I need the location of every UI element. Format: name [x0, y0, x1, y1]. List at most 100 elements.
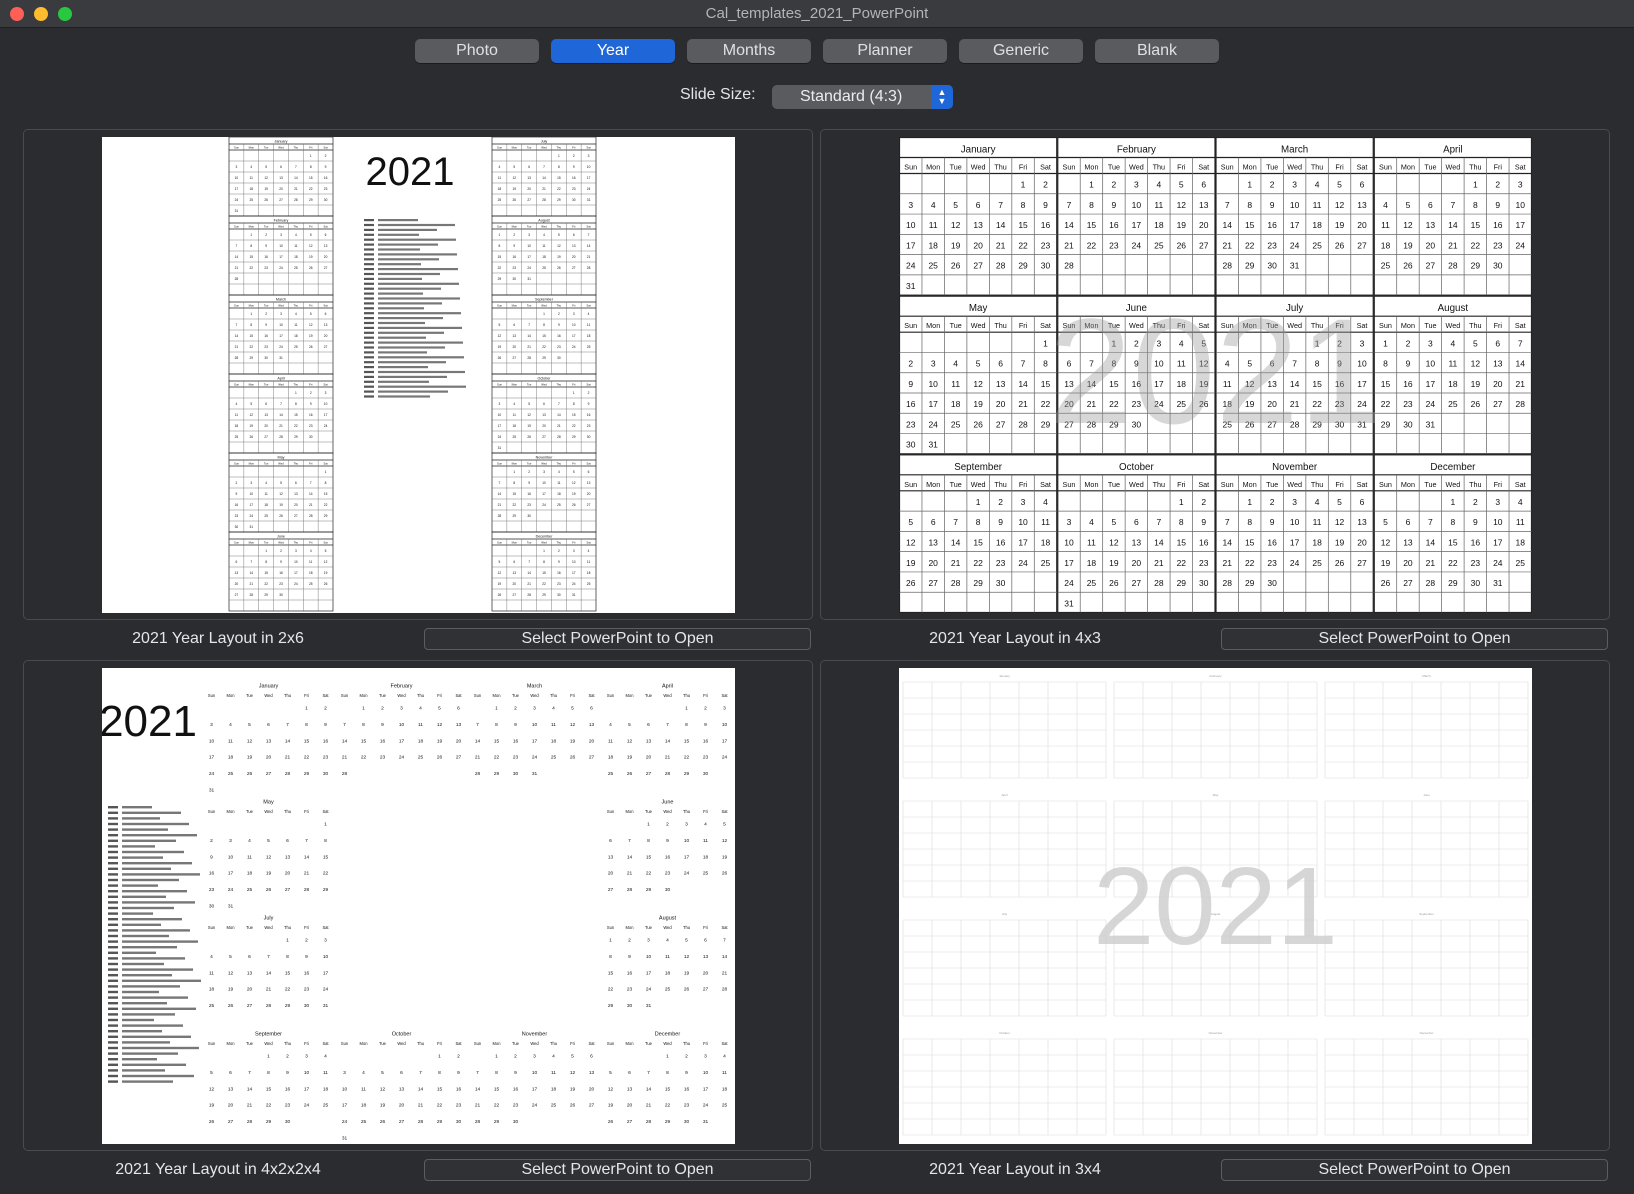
- svg-text:24: 24: [1132, 240, 1142, 250]
- svg-text:21: 21: [285, 755, 291, 761]
- svg-text:8: 8: [250, 244, 252, 248]
- tab-planner[interactable]: Planner: [823, 39, 947, 63]
- svg-text:28: 28: [247, 1119, 253, 1125]
- open-button-2x6[interactable]: Select PowerPoint to Open: [424, 628, 811, 650]
- svg-text:4: 4: [552, 1054, 555, 1060]
- svg-text:1: 1: [513, 470, 515, 474]
- svg-text:23: 23: [996, 558, 1006, 568]
- svg-text:January: January: [961, 145, 996, 156]
- svg-text:13: 13: [1132, 538, 1142, 548]
- svg-text:4: 4: [1315, 180, 1320, 190]
- svg-text:21: 21: [542, 187, 546, 191]
- svg-text:24: 24: [1516, 240, 1526, 250]
- svg-text:21: 21: [498, 503, 502, 507]
- svg-text:Sat: Sat: [1198, 163, 1209, 172]
- svg-text:8: 8: [573, 402, 575, 406]
- svg-text:Thu: Thu: [1469, 321, 1481, 330]
- svg-text:Sat: Sat: [322, 1041, 329, 1046]
- open-button-4x3[interactable]: Select PowerPoint to Open: [1221, 628, 1608, 650]
- svg-text:29: 29: [266, 1119, 272, 1125]
- svg-text:5: 5: [210, 1070, 213, 1076]
- svg-text:20: 20: [266, 755, 272, 761]
- svg-text:10: 10: [209, 738, 215, 744]
- template-preview-4x2x2x4[interactable]: 2021 January Sun Mon Tue Wed Thu Fri Sat 1 2 3 4 5 6 7 8…: [23, 660, 813, 1151]
- svg-text:21: 21: [418, 1103, 424, 1109]
- template-preview-2x6[interactable]: January Sun Mon Tue Wed Thu Fri Sat 1 2 3 4 5 6 7 8 9 10 1…: [23, 129, 813, 620]
- svg-text:26: 26: [264, 198, 268, 202]
- svg-text:2: 2: [310, 391, 312, 395]
- svg-text:1: 1: [609, 938, 612, 944]
- svg-text:Sun: Sun: [497, 541, 502, 545]
- svg-text:Sun: Sun: [1379, 480, 1392, 489]
- svg-text:15: 15: [498, 255, 502, 259]
- tab-blank[interactable]: Blank: [1095, 39, 1219, 63]
- svg-text:10: 10: [1493, 517, 1503, 527]
- svg-text:2: 2: [324, 706, 327, 712]
- svg-text:1: 1: [310, 154, 312, 158]
- tab-months[interactable]: Months: [687, 39, 811, 63]
- tab-photo[interactable]: Photo: [415, 39, 539, 63]
- svg-text:8: 8: [1247, 517, 1252, 527]
- svg-text:11: 11: [513, 413, 517, 417]
- tab-generic[interactable]: Generic: [959, 39, 1083, 63]
- svg-text:18: 18: [542, 255, 546, 259]
- svg-text:15: 15: [309, 176, 313, 180]
- svg-text:16: 16: [380, 738, 386, 744]
- svg-text:6: 6: [1360, 497, 1365, 507]
- svg-text:Thu: Thu: [294, 541, 299, 545]
- svg-text:1: 1: [1247, 497, 1252, 507]
- svg-text:29: 29: [264, 593, 268, 597]
- svg-text:7: 7: [1021, 359, 1026, 369]
- open-button-3x4[interactable]: Select PowerPoint to Open: [1221, 1159, 1608, 1181]
- svg-text:22: 22: [361, 755, 367, 761]
- svg-text:7: 7: [666, 722, 669, 728]
- svg-text:Mon: Mon: [1084, 480, 1098, 489]
- open-button-4x2x2x4[interactable]: Select PowerPoint to Open: [424, 1159, 811, 1181]
- svg-text:Fri: Fri: [572, 304, 576, 308]
- svg-text:August: August: [659, 916, 677, 922]
- svg-text:2: 2: [286, 1054, 289, 1060]
- svg-text:Sun: Sun: [904, 163, 917, 172]
- svg-text:7: 7: [1225, 517, 1230, 527]
- svg-text:25: 25: [1041, 558, 1051, 568]
- tab-year[interactable]: Year: [551, 39, 675, 63]
- svg-text:1: 1: [362, 706, 365, 712]
- svg-text:15: 15: [1018, 220, 1028, 230]
- svg-text:8: 8: [543, 560, 545, 564]
- svg-text:28: 28: [646, 1119, 652, 1125]
- svg-text:Sun: Sun: [607, 693, 614, 698]
- svg-text:8: 8: [543, 323, 545, 327]
- month-october: OctoberSun Mon Tue Wed Thu Fri Sat1 23 4 5 6 7 8 910 1…: [341, 1032, 463, 1142]
- svg-text:7: 7: [953, 517, 958, 527]
- svg-text:30: 30: [1471, 578, 1481, 588]
- svg-text:Sun: Sun: [607, 1041, 614, 1046]
- svg-text:4: 4: [250, 165, 252, 169]
- svg-text:13: 13: [973, 220, 983, 230]
- svg-text:11: 11: [1313, 517, 1322, 527]
- svg-text:17: 17: [279, 255, 283, 259]
- svg-text:9: 9: [685, 1070, 688, 1076]
- svg-text:16: 16: [209, 871, 215, 877]
- svg-text:11: 11: [1041, 517, 1050, 527]
- svg-text:January: January: [999, 674, 1010, 678]
- svg-text:13: 13: [703, 954, 709, 960]
- template-preview-4x3[interactable]: January Sun Mon Tue Wed Thu Fri Sat 1 2 3 4 5 6 7 8 9 10 1…: [820, 129, 1610, 620]
- svg-text:18: 18: [250, 187, 254, 191]
- svg-text:30: 30: [572, 198, 576, 202]
- svg-text:9: 9: [1270, 517, 1275, 527]
- svg-text:24: 24: [1290, 240, 1300, 250]
- svg-text:Wed: Wed: [541, 225, 547, 229]
- svg-text:13: 13: [589, 722, 595, 728]
- template-preview-3x4[interactable]: January February March April May June July Augu…: [820, 660, 1610, 1151]
- svg-text:8: 8: [362, 722, 365, 728]
- month-december: DecemberSun Mon Tue Wed Thu Fri Sat1 2 3 45 6 7 8 9 10…: [607, 1032, 729, 1125]
- svg-text:16: 16: [456, 1086, 462, 1092]
- svg-text:16: 16: [235, 503, 239, 507]
- window-title: Cal_templates_2021_PowerPoint: [705, 5, 929, 22]
- slide-size-select[interactable]: Standard (4:3) ▲ ▼: [772, 85, 953, 109]
- svg-text:Tue: Tue: [512, 693, 520, 698]
- svg-text:7: 7: [236, 244, 238, 248]
- svg-text:15: 15: [1245, 220, 1255, 230]
- svg-text:16: 16: [513, 738, 519, 744]
- svg-text:28: 28: [294, 198, 298, 202]
